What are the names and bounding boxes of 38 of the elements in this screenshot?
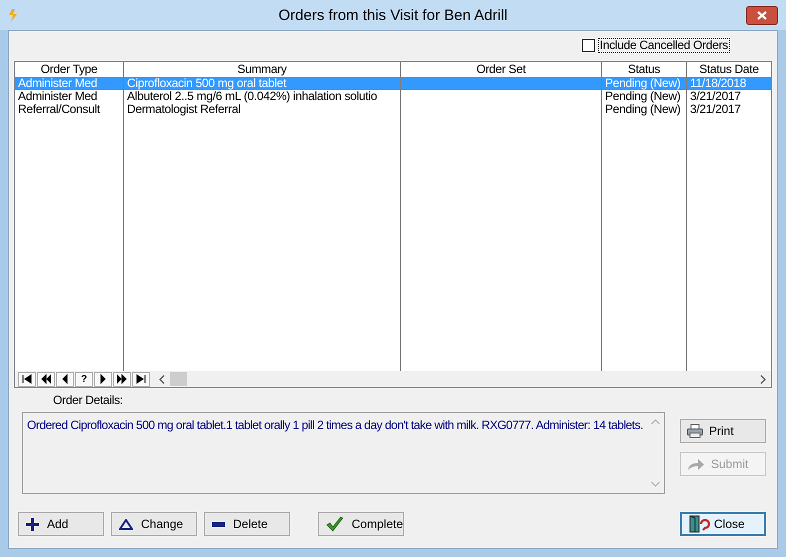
navigator-button[interactable] [132, 372, 150, 386]
navigator-button[interactable] [113, 372, 131, 386]
close-icon [757, 11, 767, 20]
navigator-button[interactable]: ? [75, 372, 93, 386]
lightning-icon [8, 9, 18, 22]
checkmark-icon [326, 516, 344, 532]
navigator-button[interactable] [37, 372, 55, 386]
order-details-label: Order Details: [53, 392, 124, 408]
arrow-icon [687, 458, 705, 470]
skip-arrow-icon [136, 374, 146, 384]
scroll-right-icon[interactable] [760, 374, 766, 384]
change-button[interactable]: Change [111, 512, 197, 536]
scroll-thumb[interactable] [170, 372, 187, 386]
complete-button[interactable]: Complete [318, 512, 404, 536]
table-cell[interactable] [401, 77, 601, 90]
double-arrow-icon [117, 374, 127, 384]
navigator-button[interactable] [56, 372, 74, 386]
double-arrow-icon [41, 374, 51, 384]
arrow-icon [98, 374, 108, 384]
include-cancelled-checkbox[interactable] [582, 39, 595, 52]
include-cancelled-label[interactable]: Include Cancelled Orders [598, 38, 730, 53]
triangle-icon [119, 518, 133, 530]
window-title: Orders from this Visit for Ben Adrill [278, 6, 508, 26]
navigator-button[interactable] [18, 372, 36, 386]
close-window-button[interactable] [746, 6, 778, 25]
close-button[interactable]: Close [680, 512, 766, 536]
skip-arrow-icon [22, 374, 32, 384]
order-details-text: Ordered Ciprofloxacin 500 mg oral tablet.1 tablet orally 1 pill 2 times a day don't take with milk. RXG0777. Administer: 14 tablets. [26, 417, 644, 434]
arrow-icon [60, 374, 70, 384]
printer-icon [687, 424, 703, 438]
minus-icon [212, 522, 225, 526]
plus-icon [26, 518, 39, 530]
delete-button[interactable]: Delete [204, 512, 290, 536]
scroll-left-icon[interactable] [159, 374, 165, 384]
add-button[interactable]: Add [18, 512, 104, 536]
print-button[interactable]: Print [680, 419, 766, 443]
door-icon [688, 515, 710, 533]
navigator-button[interactable] [94, 372, 112, 386]
